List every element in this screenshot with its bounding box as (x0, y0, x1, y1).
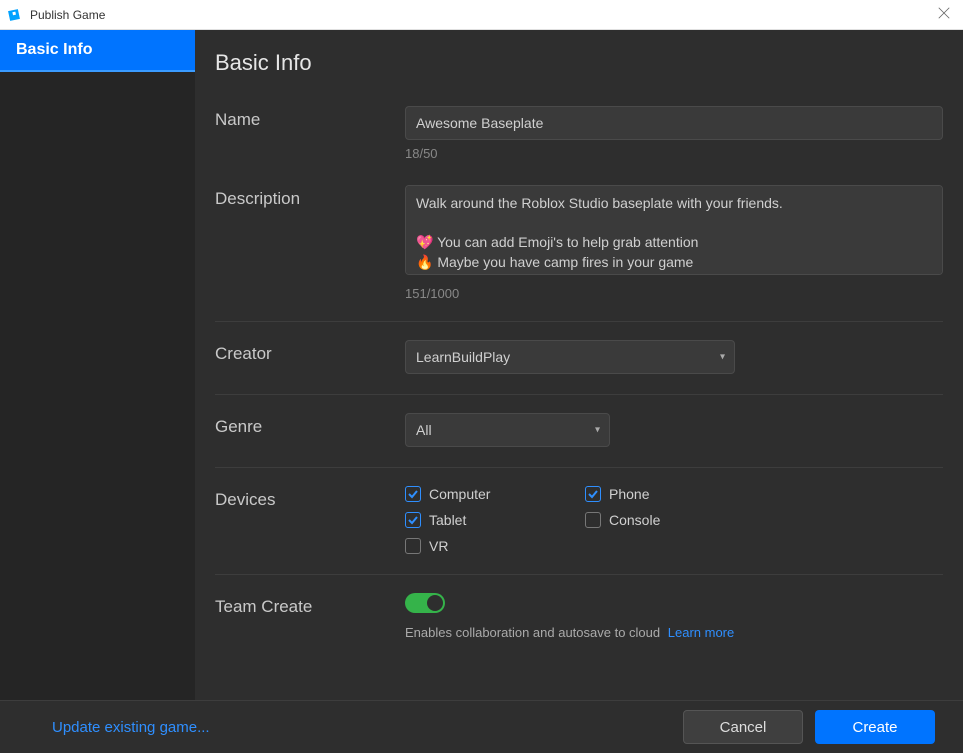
checkbox-icon (405, 538, 421, 554)
devices-label: Devices (215, 486, 405, 554)
main-panel: Basic Info Name 18/50 Description 151/10… (195, 30, 963, 700)
creator-select[interactable]: LearnBuildPlay (405, 340, 735, 374)
learn-more-link[interactable]: Learn more (668, 625, 734, 640)
device-checkbox-vr[interactable]: VR (405, 538, 585, 554)
window-titlebar: Publish Game (0, 0, 963, 30)
toggle-knob (427, 595, 443, 611)
team-create-toggle[interactable] (405, 593, 445, 613)
name-input[interactable] (405, 106, 943, 140)
sidebar: Basic Info (0, 30, 195, 700)
page-title: Basic Info (215, 50, 943, 76)
device-label: VR (429, 538, 448, 554)
checkbox-icon (585, 512, 601, 528)
device-label: Computer (429, 486, 490, 502)
checkbox-icon (405, 486, 421, 502)
device-label: Phone (609, 486, 649, 502)
sidebar-item-basic-info[interactable]: Basic Info (0, 30, 195, 72)
team-create-desc: Enables collaboration and autosave to cl… (405, 625, 660, 640)
creator-label: Creator (215, 340, 405, 374)
checkbox-icon (585, 486, 601, 502)
genre-select[interactable]: All (405, 413, 610, 447)
close-icon[interactable] (937, 6, 953, 22)
cancel-button[interactable]: Cancel (683, 710, 803, 744)
device-checkbox-computer[interactable]: Computer (405, 486, 585, 502)
name-label: Name (215, 106, 405, 161)
description-counter: 151/1000 (405, 286, 943, 301)
footer: Update existing game... Cancel Create (0, 700, 963, 753)
description-label: Description (215, 185, 405, 301)
team-create-label: Team Create (215, 593, 405, 640)
description-input[interactable] (405, 185, 943, 275)
window-title: Publish Game (30, 8, 105, 22)
device-checkbox-console[interactable]: Console (585, 512, 765, 528)
device-label: Tablet (429, 512, 466, 528)
name-counter: 18/50 (405, 146, 943, 161)
device-label: Console (609, 512, 660, 528)
create-button[interactable]: Create (815, 710, 935, 744)
sidebar-item-label: Basic Info (16, 41, 92, 59)
app-logo-icon (8, 7, 24, 23)
genre-label: Genre (215, 413, 405, 447)
checkbox-icon (405, 512, 421, 528)
device-checkbox-phone[interactable]: Phone (585, 486, 765, 502)
update-existing-link[interactable]: Update existing game... (52, 719, 210, 736)
device-checkbox-tablet[interactable]: Tablet (405, 512, 585, 528)
